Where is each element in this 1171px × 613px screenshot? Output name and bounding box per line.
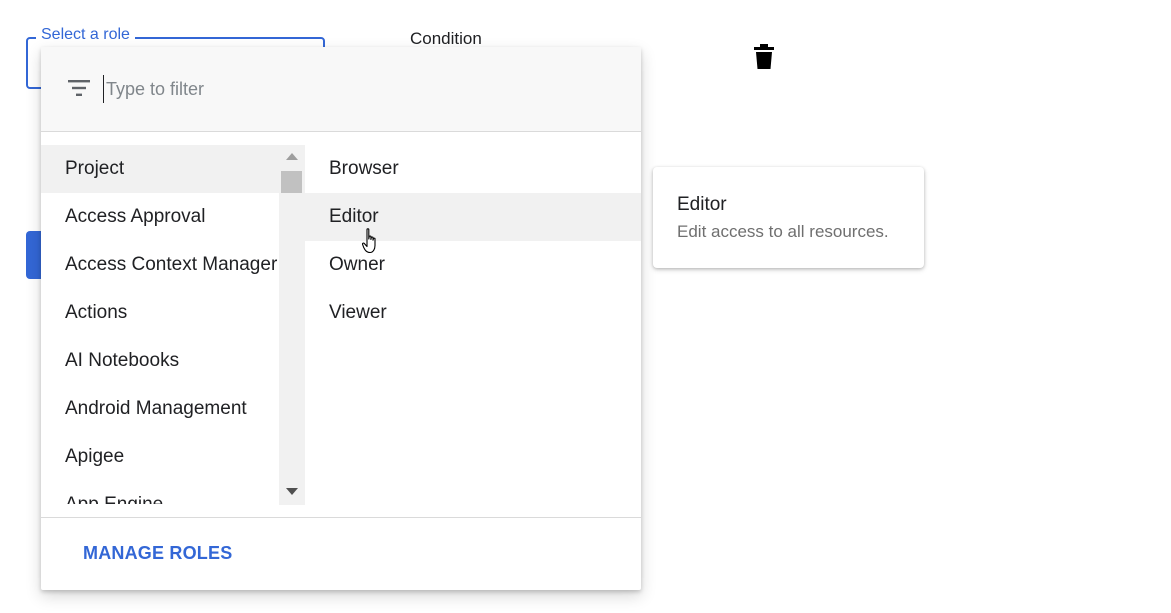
role-list: Browser Editor Owner Viewer xyxy=(305,145,641,337)
role-item-owner[interactable]: Owner xyxy=(305,241,641,289)
category-item-ai-notebooks[interactable]: AI Notebooks xyxy=(41,337,279,385)
category-item-app-engine[interactable]: App Engine xyxy=(41,481,279,504)
tooltip-title: Editor xyxy=(677,194,727,215)
filter-input[interactable] xyxy=(103,75,583,103)
category-scrollbar[interactable] xyxy=(279,145,305,505)
role-select-label: Select a role xyxy=(36,24,135,46)
role-item-browser[interactable]: Browser xyxy=(305,145,641,193)
delete-icon[interactable] xyxy=(752,44,776,70)
scroll-thumb[interactable] xyxy=(281,171,302,193)
scroll-down-arrow-icon[interactable] xyxy=(286,488,298,495)
panel-footer: MANAGE ROLES xyxy=(41,517,641,590)
scroll-up-arrow-icon[interactable] xyxy=(286,153,298,160)
category-item-android-management[interactable]: Android Management xyxy=(41,385,279,433)
role-item-editor[interactable]: Editor xyxy=(305,193,641,241)
category-list: Project Access Approval Access Context M… xyxy=(41,145,279,504)
category-item-access-approval[interactable]: Access Approval xyxy=(41,193,279,241)
manage-roles-button[interactable]: MANAGE ROLES xyxy=(83,543,232,564)
filter-list-icon xyxy=(68,80,90,96)
role-item-viewer[interactable]: Viewer xyxy=(305,289,641,337)
category-item-project[interactable]: Project xyxy=(41,145,279,193)
filter-bar xyxy=(41,47,641,132)
category-item-apigee[interactable]: Apigee xyxy=(41,433,279,481)
role-tooltip: Editor Edit access to all resources. xyxy=(653,167,924,268)
category-item-access-context-manager[interactable]: Access Context Manager xyxy=(41,241,279,289)
hand-pointer-icon xyxy=(362,228,376,254)
role-picker-panel: Project Access Approval Access Context M… xyxy=(41,47,641,590)
category-item-actions[interactable]: Actions xyxy=(41,289,279,337)
tooltip-description: Edit access to all resources. xyxy=(677,222,889,241)
